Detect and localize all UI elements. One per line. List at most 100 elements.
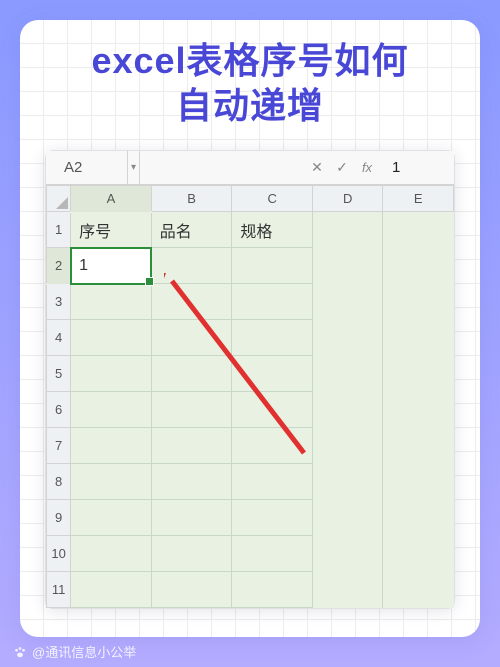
table-row: 7 xyxy=(47,428,454,464)
cell-E7[interactable] xyxy=(383,428,454,464)
cell-A10[interactable] xyxy=(71,536,152,572)
cell-B11[interactable] xyxy=(151,572,232,608)
cell-E9[interactable] xyxy=(383,500,454,536)
column-header-row: A B C D E xyxy=(47,186,454,212)
table-row: 11 xyxy=(47,572,454,608)
select-all-corner[interactable] xyxy=(47,186,71,212)
cell-D9[interactable] xyxy=(312,500,383,536)
cell-D5[interactable] xyxy=(312,356,383,392)
cell-A11[interactable] xyxy=(71,572,152,608)
cell-C1[interactable]: 规格 xyxy=(232,212,313,248)
cell-E6[interactable] xyxy=(383,392,454,428)
page-title: excel表格序号如何 自动递增 xyxy=(20,38,480,128)
col-header-C[interactable]: C xyxy=(232,186,313,212)
cell-D2[interactable] xyxy=(312,248,383,284)
cell-D6[interactable] xyxy=(312,392,383,428)
formula-input[interactable]: 1 xyxy=(384,159,454,176)
cell-B7[interactable] xyxy=(151,428,232,464)
row-header-7[interactable]: 7 xyxy=(47,428,71,464)
accept-icon[interactable]: ✓ xyxy=(333,159,351,177)
cell-A3[interactable] xyxy=(71,284,152,320)
table-row: 8 xyxy=(47,464,454,500)
cell-E8[interactable] xyxy=(383,464,454,500)
cell-B8[interactable] xyxy=(151,464,232,500)
watermark-text: @通讯信息小公举 xyxy=(32,642,136,661)
row-header-3[interactable]: 3 xyxy=(47,284,71,320)
cell-B9[interactable] xyxy=(151,500,232,536)
cell-B6[interactable] xyxy=(151,392,232,428)
row-header-2[interactable]: 2 xyxy=(47,248,71,284)
cell-E11[interactable] xyxy=(383,572,454,608)
cell-D11[interactable] xyxy=(312,572,383,608)
table-row: 10 xyxy=(47,536,454,572)
cell-E5[interactable] xyxy=(383,356,454,392)
row-header-6[interactable]: 6 xyxy=(47,392,71,428)
cell-B5[interactable] xyxy=(151,356,232,392)
cell-D10[interactable] xyxy=(312,536,383,572)
cell-A9[interactable] xyxy=(71,500,152,536)
table-row: 6 xyxy=(47,392,454,428)
cell-C11[interactable] xyxy=(232,572,313,608)
cell-B2[interactable] xyxy=(151,248,232,284)
cell-A5[interactable] xyxy=(71,356,152,392)
cell-D8[interactable] xyxy=(312,464,383,500)
col-header-D[interactable]: D xyxy=(312,186,383,212)
cell-A6[interactable] xyxy=(71,392,152,428)
table-row: 9 xyxy=(47,500,454,536)
table-row: 2 1 xyxy=(47,248,454,284)
table-row: 3 xyxy=(47,284,454,320)
cell-A2[interactable]: 1 xyxy=(71,248,152,284)
cell-E1[interactable] xyxy=(383,212,454,248)
cell-C6[interactable] xyxy=(232,392,313,428)
col-header-E[interactable]: E xyxy=(383,186,454,212)
table-row: 4 xyxy=(47,320,454,356)
name-box[interactable]: A2 xyxy=(46,151,128,184)
namebox-dropdown-icon[interactable]: ▾ xyxy=(128,151,140,184)
cell-B10[interactable] xyxy=(151,536,232,572)
row-header-10[interactable]: 10 xyxy=(47,536,71,572)
table-row: 1 序号 品名 规格 xyxy=(47,212,454,248)
cell-A7[interactable] xyxy=(71,428,152,464)
cell-C4[interactable] xyxy=(232,320,313,356)
cell-A1[interactable]: 序号 xyxy=(71,212,152,248)
cell-A8[interactable] xyxy=(71,464,152,500)
cell-C9[interactable] xyxy=(232,500,313,536)
cell-B1[interactable]: 品名 xyxy=(151,212,232,248)
cell-B3[interactable] xyxy=(151,284,232,320)
cell-C7[interactable] xyxy=(232,428,313,464)
watermark: @通讯信息小公举 xyxy=(12,642,136,661)
cancel-icon[interactable]: ✕ xyxy=(308,159,326,177)
cell-E4[interactable] xyxy=(383,320,454,356)
cell-D4[interactable] xyxy=(312,320,383,356)
cell-C5[interactable] xyxy=(232,356,313,392)
spreadsheet-grid[interactable]: A B C D E 1 序号 品名 规格 2 1 xyxy=(46,185,454,608)
content-card: excel表格序号如何 自动递增 A2 ▾ ✕ ✓ fx 1 A xyxy=(20,20,480,637)
row-header-9[interactable]: 9 xyxy=(47,500,71,536)
cell-C10[interactable] xyxy=(232,536,313,572)
cell-E3[interactable] xyxy=(383,284,454,320)
cell-B4[interactable] xyxy=(151,320,232,356)
formula-bar: A2 ▾ ✕ ✓ fx 1 xyxy=(46,151,454,185)
paw-icon xyxy=(12,644,28,660)
cell-C2[interactable] xyxy=(232,248,313,284)
row-header-1[interactable]: 1 xyxy=(47,212,71,248)
col-header-A[interactable]: A xyxy=(71,186,152,212)
cell-E2[interactable] xyxy=(383,248,454,284)
row-header-8[interactable]: 8 xyxy=(47,464,71,500)
cell-D7[interactable] xyxy=(312,428,383,464)
row-header-4[interactable]: 4 xyxy=(47,320,71,356)
fx-icon[interactable]: fx xyxy=(358,159,376,177)
cell-E10[interactable] xyxy=(383,536,454,572)
cell-D3[interactable] xyxy=(312,284,383,320)
cell-C8[interactable] xyxy=(232,464,313,500)
title-line-1: excel表格序号如何 xyxy=(91,40,408,81)
row-header-5[interactable]: 5 xyxy=(47,356,71,392)
cell-A4[interactable] xyxy=(71,320,152,356)
title-line-2: 自动递增 xyxy=(176,85,324,126)
formula-bar-icons: ✕ ✓ fx xyxy=(308,159,384,177)
cell-C3[interactable] xyxy=(232,284,313,320)
row-header-11[interactable]: 11 xyxy=(47,572,71,608)
col-header-B[interactable]: B xyxy=(151,186,232,212)
table-row: 5 xyxy=(47,356,454,392)
cell-D1[interactable] xyxy=(312,212,383,248)
